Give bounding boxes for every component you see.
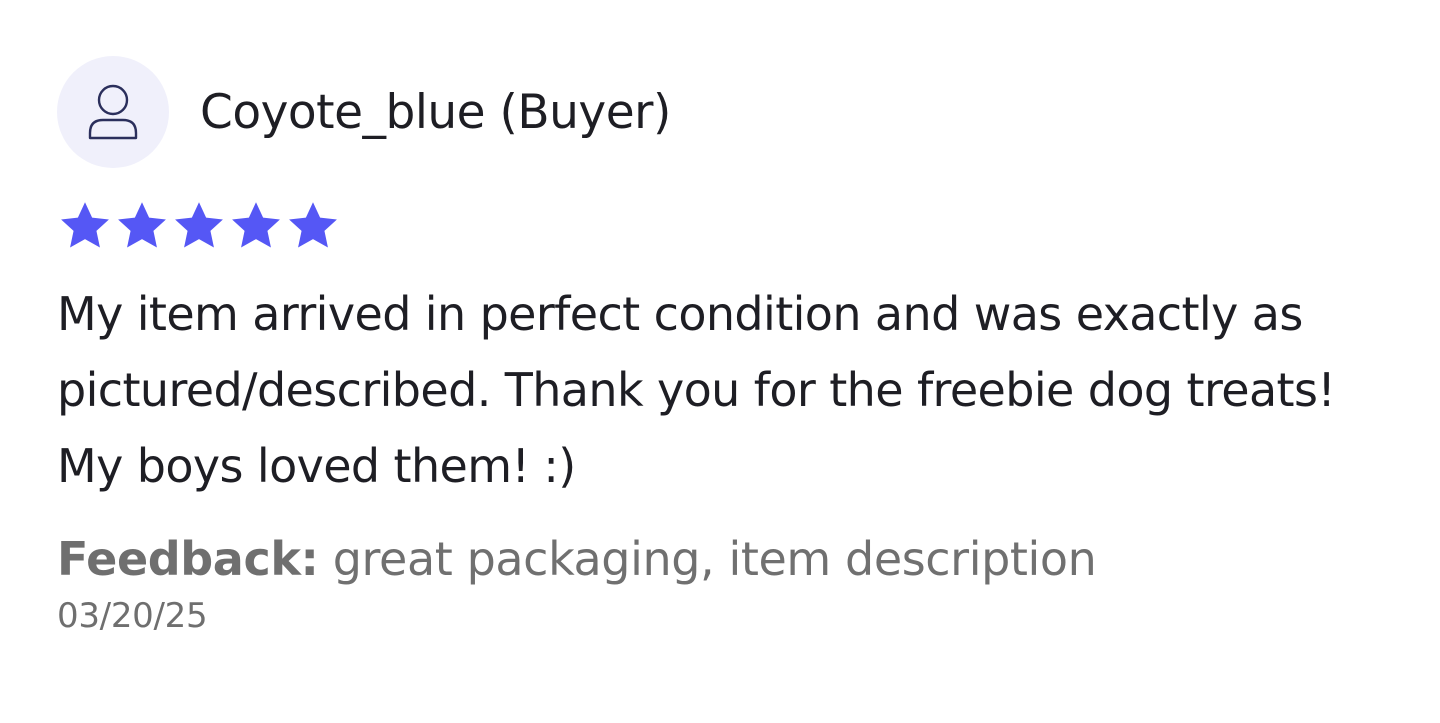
avatar[interactable] xyxy=(57,56,169,168)
feedback-label: Feedback: xyxy=(57,532,319,586)
star-icon xyxy=(289,202,337,248)
review-header: Coyote_blue (Buyer) xyxy=(57,56,1387,168)
review-date: 03/20/25 xyxy=(57,596,208,636)
star-icon xyxy=(232,202,280,248)
star-icon xyxy=(61,202,109,248)
reviewer-name[interactable]: Coyote_blue (Buyer) xyxy=(200,85,671,140)
review-card: Coyote_blue (Buyer) My item arrived in p… xyxy=(57,56,1387,636)
review-text: My item arrived in perfect condition and… xyxy=(57,287,1336,493)
star-icon xyxy=(175,202,223,248)
star-rating xyxy=(57,198,1387,254)
user-outline-icon xyxy=(88,84,138,140)
feedback-line: Feedback: great packaging, item descript… xyxy=(57,532,1387,586)
feedback-value: great packaging, item description xyxy=(332,532,1097,586)
star-icon xyxy=(118,202,166,248)
